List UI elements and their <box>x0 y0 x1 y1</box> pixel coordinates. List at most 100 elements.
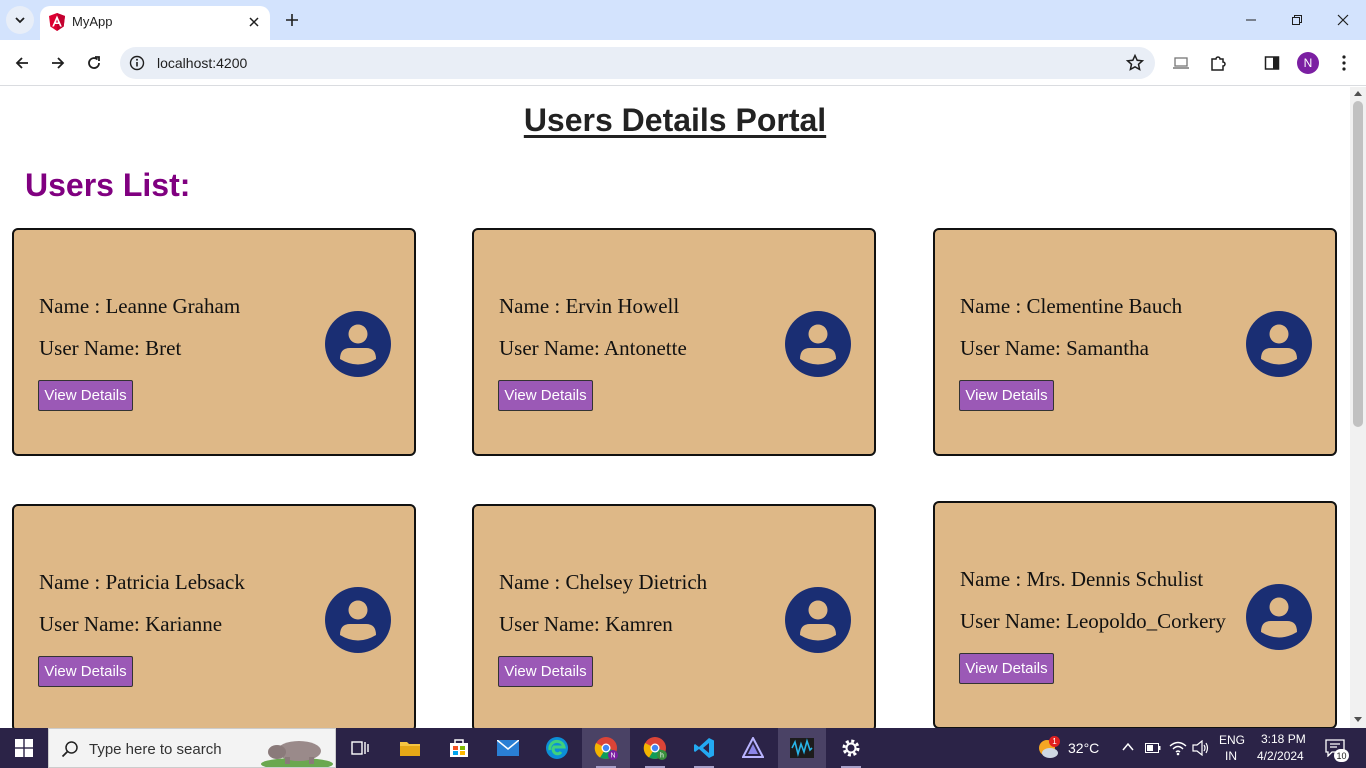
view-details-button[interactable]: View Details <box>498 380 593 411</box>
restore-button[interactable] <box>1274 0 1320 40</box>
language-indicator-bottom[interactable]: IN <box>1225 749 1237 763</box>
waveform-app[interactable] <box>778 728 826 768</box>
user-name-text: Name : Ervin Howell <box>499 294 680 318</box>
scroll-down-arrow-icon[interactable] <box>1354 715 1362 723</box>
browser-tab-strip: MyApp <box>0 0 1366 40</box>
search-icon <box>61 741 78 758</box>
notification-count-badge: 10 <box>1334 749 1349 762</box>
user-name-text: Name : Patricia Lebsack <box>39 570 245 594</box>
svg-text:N: N <box>610 753 615 760</box>
view-details-button[interactable]: View Details <box>959 380 1054 411</box>
vscode-icon <box>694 738 714 758</box>
view-details-button[interactable]: View Details <box>959 653 1054 684</box>
gear-icon <box>842 739 860 757</box>
account-circle-icon <box>325 311 391 377</box>
app-page: Users Details Portal Users List: Name : … <box>0 87 1350 728</box>
laptop-icon <box>1173 57 1189 69</box>
weather-badge: 1 <box>1049 736 1060 747</box>
user-username-text: User Name: Bret <box>39 336 182 360</box>
user-card: Name : Mrs. Dennis Schulist User Name: L… <box>933 501 1337 728</box>
side-panel-icon <box>1264 56 1280 70</box>
chrome-profile-n-app[interactable]: N <box>582 728 630 768</box>
taskbar-search-placeholder[interactable]: Type here to search <box>89 741 222 758</box>
close-icon <box>249 17 259 27</box>
scroll-up-arrow-icon[interactable] <box>1354 90 1362 98</box>
clock-time[interactable]: 3:18 PM <box>1261 732 1306 746</box>
chrome-icon: N <box>594 737 618 760</box>
address-bar[interactable]: localhost:4200 <box>120 47 1155 79</box>
plus-icon <box>286 14 298 26</box>
browser-tab[interactable]: MyApp <box>40 6 270 40</box>
chrome-profile-h-app[interactable]: h <box>631 728 679 768</box>
back-button[interactable] <box>8 49 36 77</box>
more-vertical-icon <box>1342 55 1346 71</box>
scrollbar-thumb[interactable] <box>1353 101 1363 427</box>
reload-icon <box>88 56 100 69</box>
user-username-text: User Name: Leopoldo_Corkery <box>960 609 1226 633</box>
browser-menu-button[interactable] <box>1330 49 1358 77</box>
close-window-button[interactable] <box>1320 0 1366 40</box>
minimize-icon <box>1246 19 1256 21</box>
chevron-up-icon[interactable] <box>1122 742 1134 752</box>
task-view-button[interactable] <box>336 728 384 768</box>
folder-icon <box>400 742 420 756</box>
language-indicator-top[interactable]: ENG <box>1219 733 1245 747</box>
weather-temperature[interactable]: 32°C <box>1068 740 1099 756</box>
user-card: Name : Leanne Graham User Name: Bret Vie… <box>12 228 416 456</box>
windows-taskbar: Type here to search N h 1 32°C ENG IN 3:… <box>0 728 1366 768</box>
restore-icon <box>1292 15 1302 25</box>
minimize-button[interactable] <box>1228 0 1274 40</box>
view-details-button[interactable]: View Details <box>498 656 593 687</box>
page-scrollbar[interactable] <box>1350 87 1366 728</box>
url-text[interactable]: localhost:4200 <box>157 55 247 71</box>
microsoft-store-app[interactable] <box>435 728 483 768</box>
account-circle-icon <box>785 587 851 653</box>
file-explorer-app[interactable] <box>386 728 434 768</box>
speaker-icon[interactable] <box>1192 740 1210 756</box>
taskbar-search-box[interactable]: Type here to search <box>48 728 336 768</box>
view-details-button[interactable]: View Details <box>38 656 133 687</box>
user-username-text: User Name: Antonette <box>499 336 687 360</box>
arrow-right-icon <box>52 57 65 69</box>
reload-button[interactable] <box>80 49 108 77</box>
user-name-text: Name : Clementine Bauch <box>960 294 1183 318</box>
install-app-button[interactable] <box>1167 49 1195 77</box>
forward-button[interactable] <box>44 49 72 77</box>
user-card: Name : Patricia Lebsack User Name: Karia… <box>12 504 416 728</box>
extensions-button[interactable] <box>1204 49 1232 77</box>
edge-icon <box>546 737 568 759</box>
triangle-app[interactable] <box>729 728 777 768</box>
site-info-icon[interactable] <box>129 55 145 71</box>
users-list-heading: Users List: <box>25 167 191 203</box>
side-panel-button[interactable] <box>1258 49 1286 77</box>
tab-title: MyApp <box>72 14 113 29</box>
user-card: Name : Clementine Bauch User Name: Saman… <box>933 228 1337 456</box>
mail-app[interactable] <box>484 728 532 768</box>
clock-date[interactable]: 4/2/2024 <box>1257 749 1304 763</box>
start-button[interactable] <box>0 728 48 768</box>
battery-icon[interactable] <box>1145 742 1161 754</box>
tab-search-button[interactable] <box>6 6 34 34</box>
new-tab-button[interactable] <box>280 8 304 32</box>
user-card: Name : Ervin Howell User Name: Antonette… <box>472 228 876 456</box>
vscode-app[interactable] <box>680 728 728 768</box>
profile-avatar[interactable]: N <box>1297 52 1319 74</box>
search-highlight-hippo-icon <box>261 741 333 767</box>
chevron-down-icon <box>15 17 25 24</box>
account-circle-icon <box>1246 584 1312 650</box>
edge-browser-app[interactable] <box>533 728 581 768</box>
user-name-text: Name : Chelsey Dietrich <box>499 570 708 594</box>
user-username-text: User Name: Samantha <box>960 336 1149 360</box>
mail-icon <box>497 740 519 756</box>
tab-close-button[interactable] <box>244 12 264 32</box>
task-view-icon <box>351 741 369 755</box>
account-circle-icon <box>785 311 851 377</box>
wifi-icon[interactable] <box>1169 740 1187 756</box>
view-details-button[interactable]: View Details <box>38 380 133 411</box>
angular-logo-icon <box>49 13 65 31</box>
settings-app[interactable] <box>827 728 875 768</box>
page-title: Users Details Portal <box>523 102 827 138</box>
bookmark-star-icon[interactable] <box>1125 53 1145 73</box>
user-username-text: User Name: Kamren <box>499 612 673 636</box>
triangle-app-icon <box>742 737 764 758</box>
